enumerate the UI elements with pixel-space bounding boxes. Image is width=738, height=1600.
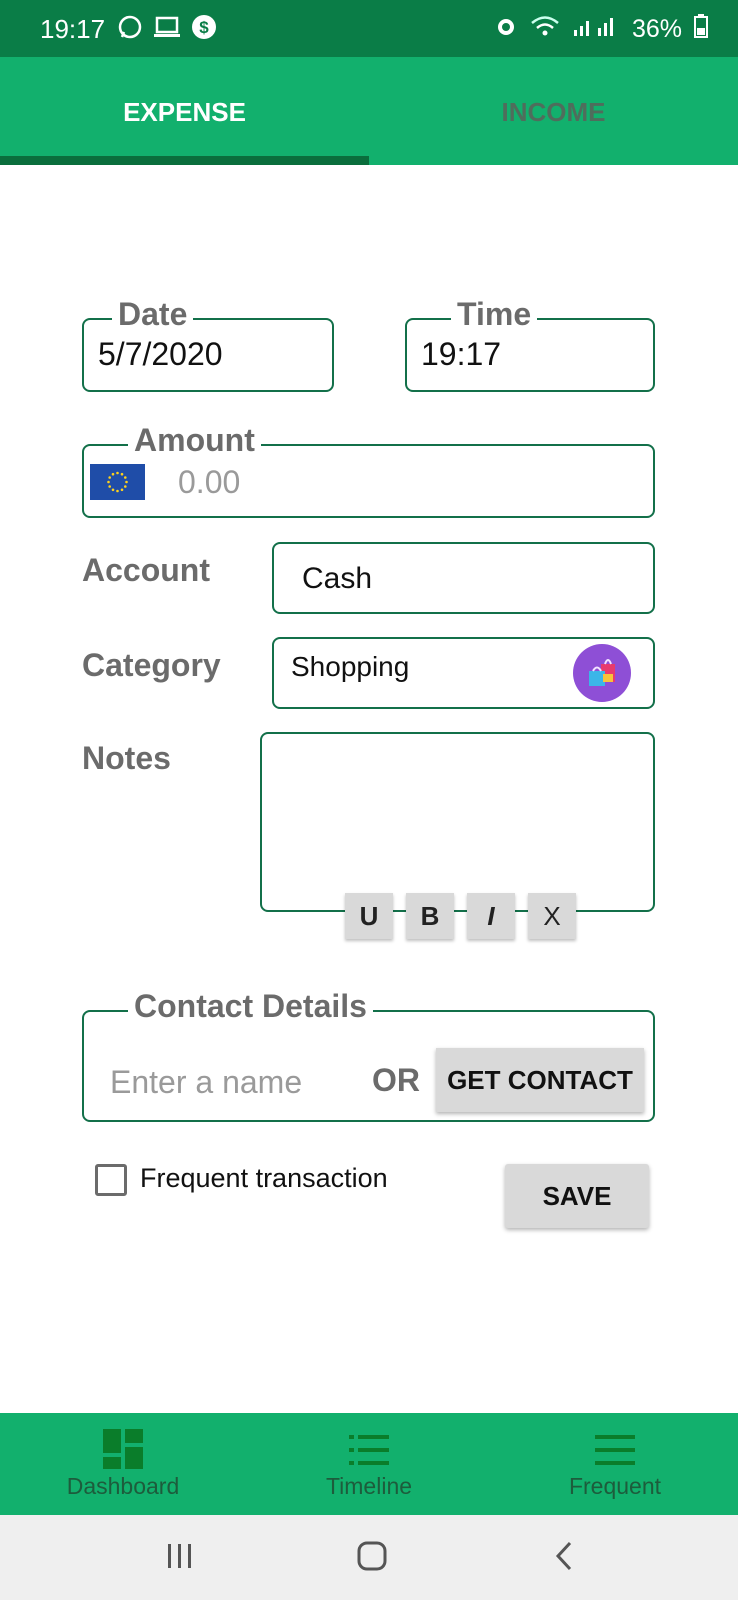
time-label: Time: [451, 296, 538, 332]
nav-timeline[interactable]: Timeline: [246, 1413, 492, 1515]
recents-icon[interactable]: [166, 1540, 194, 1577]
get-contact-button[interactable]: GET CONTACT: [436, 1048, 644, 1112]
battery-icon: [694, 14, 708, 45]
date-field[interactable]: Date 5/7/2020: [82, 296, 334, 392]
contact-details-box: Contact Details Enter a name OR GET CONT…: [82, 988, 655, 1122]
or-text: OR: [372, 1062, 420, 1098]
list-icon: [349, 1435, 389, 1470]
amount-field[interactable]: Amount 0.00: [82, 422, 655, 518]
category-select[interactable]: Shopping: [272, 637, 655, 709]
notes-label: Notes: [82, 740, 171, 776]
tab-expense[interactable]: EXPENSE: [0, 57, 369, 165]
back-icon[interactable]: [552, 1540, 576, 1577]
status-bar: 19:17 $ 36%: [0, 0, 738, 57]
eu-flag-icon[interactable]: [90, 464, 145, 500]
tab-indicator: [0, 156, 369, 165]
nav-dashboard[interactable]: Dashboard: [0, 1413, 246, 1515]
nav-dashboard-label: Dashboard: [66, 1473, 180, 1499]
battery-percent: 36%: [631, 15, 682, 43]
dollar-icon: $: [191, 14, 217, 45]
save-button[interactable]: SAVE: [505, 1164, 649, 1228]
system-nav-bar: [0, 1515, 738, 1600]
contact-details-label: Contact Details: [128, 988, 373, 1024]
account-select[interactable]: Cash: [272, 542, 655, 614]
bold-button[interactable]: B: [406, 893, 454, 939]
frequent-checkbox[interactable]: [95, 1164, 127, 1196]
laptop-icon: [153, 15, 181, 44]
category-label: Category: [82, 647, 221, 683]
underline-button[interactable]: U: [345, 893, 393, 939]
nav-frequent-label: Frequent: [568, 1473, 662, 1499]
signal-icon: [572, 14, 620, 45]
amount-label: Amount: [128, 422, 261, 458]
svg-text:$: $: [199, 18, 209, 37]
category-value: Shopping: [291, 651, 410, 682]
clear-format-button[interactable]: X: [528, 893, 576, 939]
menu-icon: [595, 1435, 635, 1470]
nav-timeline-label: Timeline: [325, 1473, 413, 1499]
italic-button[interactable]: I: [467, 893, 515, 939]
nav-frequent[interactable]: Frequent: [492, 1413, 738, 1515]
dashboard-icon: [103, 1429, 143, 1474]
account-value: Cash: [302, 562, 373, 595]
amount-input[interactable]: 0.00: [178, 464, 240, 501]
tab-bar: EXPENSE INCOME: [0, 57, 738, 165]
tab-income[interactable]: INCOME: [369, 57, 738, 165]
wifi-icon: [530, 14, 560, 45]
account-label: Account: [82, 552, 210, 588]
status-time: 19:17: [40, 14, 106, 44]
home-icon[interactable]: [356, 1540, 388, 1577]
alarm-icon: [494, 14, 518, 45]
time-value: 19:17: [421, 336, 502, 372]
bottom-nav: Dashboard Timeline Frequent: [0, 1413, 738, 1515]
date-label: Date: [112, 296, 194, 332]
frequent-label: Frequent transaction: [140, 1163, 388, 1193]
shopping-bags-icon: [573, 644, 631, 702]
time-field[interactable]: Time 19:17: [405, 296, 655, 392]
notes-textarea[interactable]: [260, 732, 655, 912]
contact-name-input[interactable]: Enter a name: [110, 1064, 302, 1101]
whatsapp-icon: [117, 14, 143, 45]
date-value: 5/7/2020: [98, 336, 223, 372]
